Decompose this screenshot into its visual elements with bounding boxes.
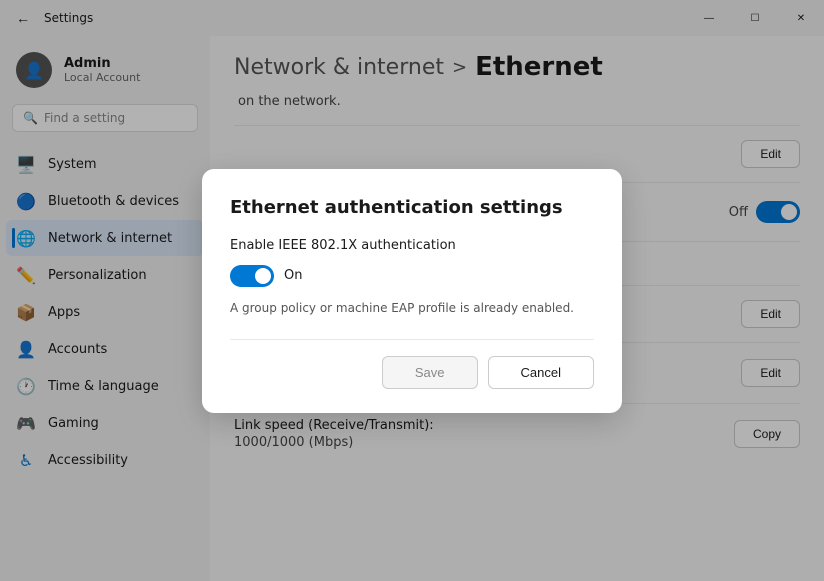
save-button[interactable]: Save [382, 356, 478, 389]
dialog-title: Ethernet authentication settings [230, 197, 594, 218]
dialog-footer: Save Cancel [230, 339, 594, 389]
ieee-toggle[interactable] [230, 265, 274, 287]
dialog-toggle-row: On [230, 265, 594, 287]
dialog: Ethernet authentication settings Enable … [202, 169, 622, 413]
dialog-info: A group policy or machine EAP profile is… [230, 301, 594, 315]
dialog-toggle-label: On [284, 268, 302, 283]
dialog-field-label: Enable IEEE 802.1X authentication [230, 238, 594, 253]
cancel-button[interactable]: Cancel [488, 356, 594, 389]
modal-overlay: Ethernet authentication settings Enable … [0, 0, 824, 581]
